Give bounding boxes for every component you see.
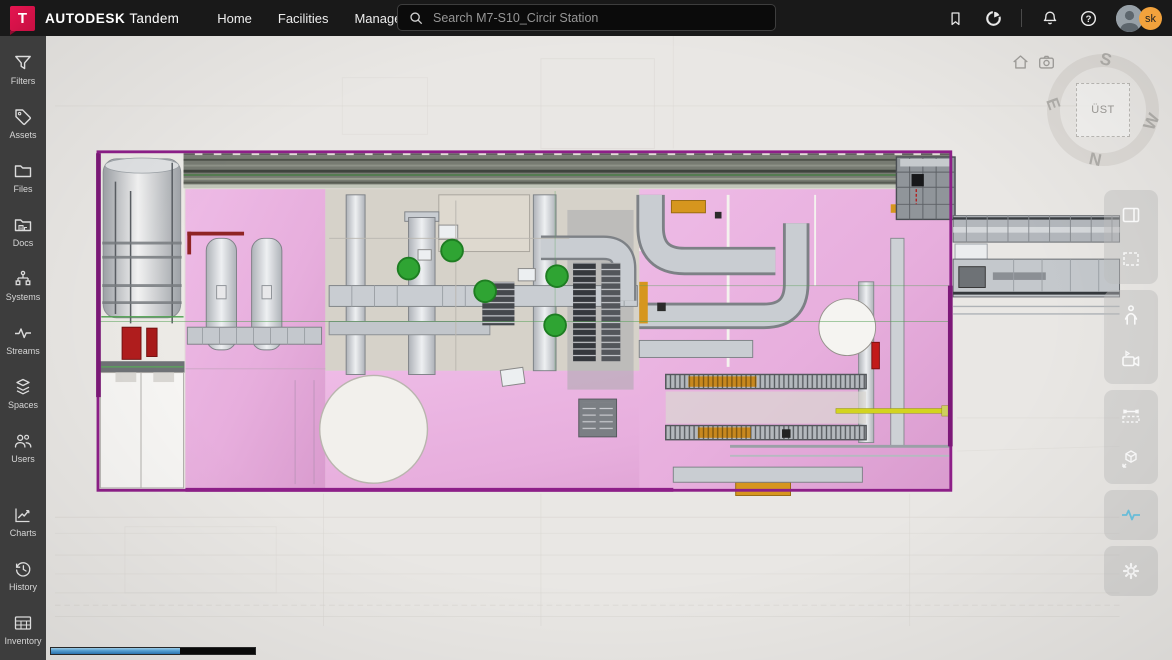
brand-autodesk: AUTODESK (45, 10, 126, 26)
measure-button[interactable] (1116, 400, 1146, 430)
view-cube[interactable]: S W N E ÜST (1042, 49, 1163, 170)
tag-icon (15, 108, 31, 125)
inventory-table-icon (14, 615, 32, 630)
toolbar-group-settings (1104, 546, 1158, 596)
help-icon[interactable]: ? (1078, 8, 1098, 28)
stream-marker[interactable] (543, 313, 567, 338)
panels-button[interactable] (1116, 200, 1146, 230)
sidebar-item-filters[interactable]: Filters (0, 42, 46, 96)
user-initials-badge[interactable]: sk (1139, 7, 1162, 30)
toolbar-group-tools (1104, 390, 1158, 484)
docs-folder-icon (14, 218, 32, 231)
brand-product: Tandem (129, 10, 180, 26)
streams-overlay-button[interactable] (1116, 500, 1146, 530)
top-corridor (183, 153, 953, 189)
systems-tree-icon (15, 270, 31, 285)
explode-model-button[interactable] (1116, 444, 1146, 474)
users-icon (14, 434, 32, 448)
main-nav: Home Facilities Manage (217, 11, 401, 26)
bookmark-icon[interactable] (945, 8, 965, 28)
sidebar-item-streams[interactable]: Streams (0, 312, 46, 366)
viewer-toolbar (1104, 190, 1158, 596)
top-bar: T AUTODESK Tandem Home Facilities Manage… (0, 0, 1172, 36)
sidebar-item-systems[interactable]: Systems (0, 258, 46, 312)
loading-progress-bar (50, 647, 256, 655)
top-right-actions: ? sk (945, 0, 1162, 36)
nav-facilities[interactable]: Facilities (278, 11, 329, 26)
search-icon (410, 11, 423, 24)
toolbar-group-navigation (1104, 290, 1158, 384)
sidebar-item-spaces[interactable]: Spaces (0, 366, 46, 420)
sidebar-item-files[interactable]: Files (0, 150, 46, 204)
toolbar-group-panels (1104, 190, 1158, 284)
folder-icon (14, 164, 32, 177)
history-clock-icon (15, 561, 31, 577)
search-placeholder: Search M7-S10_Circir Station (433, 10, 599, 25)
streams-pulse-icon (15, 327, 31, 338)
stream-marker[interactable] (545, 264, 569, 288)
sidebar-item-docs[interactable]: Docs (0, 204, 46, 258)
stream-marker[interactable] (396, 256, 421, 281)
nav-home[interactable]: Home (217, 11, 252, 26)
donut-chart-icon[interactable] (983, 8, 1003, 28)
view-cube-top-face[interactable]: ÜST (1076, 83, 1130, 137)
sidebar-item-charts[interactable]: Charts (0, 494, 46, 548)
nav-manage[interactable]: Manage (354, 11, 401, 26)
model-viewport[interactable]: S W N E ÜST (46, 36, 1172, 660)
loading-progress-fill (51, 648, 180, 654)
sidebar-item-history[interactable]: History (0, 548, 46, 602)
svg-text:?: ? (1085, 13, 1091, 24)
home-view-icon[interactable] (1012, 54, 1029, 70)
sidebar-item-assets[interactable]: Assets (0, 96, 46, 150)
toolbar-group-streams (1104, 490, 1158, 540)
toolbar-divider (1021, 9, 1022, 27)
stream-marker[interactable] (440, 238, 464, 263)
section-box-button[interactable] (1116, 244, 1146, 274)
user-account[interactable]: sk (1116, 4, 1162, 32)
first-person-button[interactable] (1116, 300, 1146, 330)
left-sidebar: Filters Assets Files Docs Systems Stream… (0, 36, 46, 660)
top-right-mech-room (895, 156, 956, 221)
settings-gear-button[interactable] (1116, 556, 1146, 586)
spaces-layers-icon (16, 378, 30, 394)
sidebar-item-inventory[interactable]: Inventory (0, 602, 46, 656)
filter-icon (15, 55, 31, 69)
right-walkways (952, 215, 1121, 315)
model-view-canvas[interactable] (46, 36, 1172, 660)
notifications-bell-icon[interactable] (1040, 8, 1060, 28)
sidebar-item-users[interactable]: Users (0, 420, 46, 474)
tandem-logo[interactable]: T (10, 5, 35, 35)
charts-icon (15, 508, 30, 522)
camera-views-button[interactable] (1116, 344, 1146, 374)
search-bar[interactable]: Search M7-S10_Circir Station (397, 4, 776, 31)
stream-marker[interactable] (473, 279, 497, 304)
brand-title: AUTODESK Tandem (45, 11, 179, 26)
